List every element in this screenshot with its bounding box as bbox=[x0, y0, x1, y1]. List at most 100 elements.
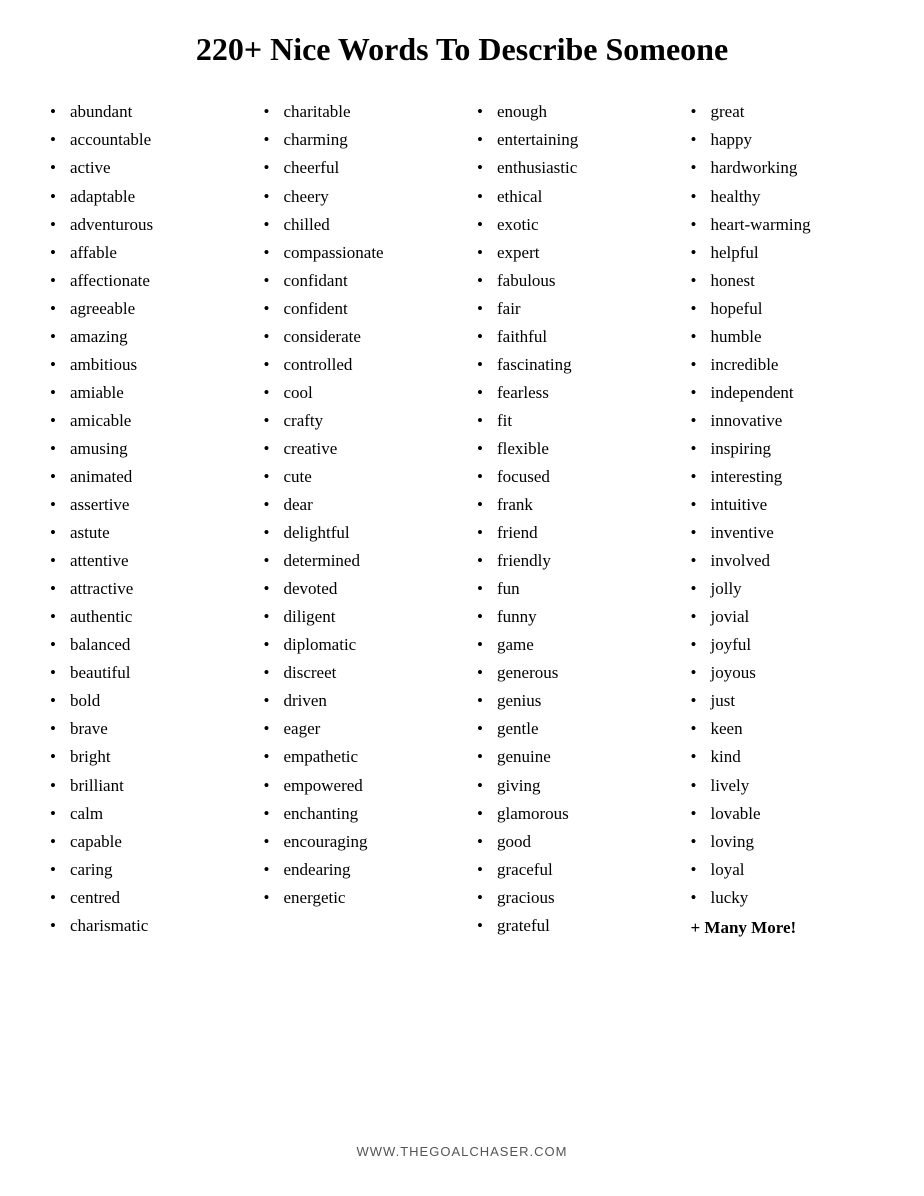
list-item: intuitive bbox=[691, 491, 875, 519]
list-item: discreet bbox=[264, 659, 448, 687]
footer: WWW.THEGOALCHASER.COM bbox=[40, 1143, 884, 1176]
list-item: authentic bbox=[50, 603, 234, 631]
list-item: dear bbox=[264, 491, 448, 519]
list-item: fabulous bbox=[477, 267, 661, 295]
list-item: flexible bbox=[477, 435, 661, 463]
list-item: confident bbox=[264, 295, 448, 323]
list-item: amusing bbox=[50, 435, 234, 463]
list-item: calm bbox=[50, 800, 234, 828]
list-item: fascinating bbox=[477, 351, 661, 379]
list-item: confidant bbox=[264, 267, 448, 295]
list-item: expert bbox=[477, 239, 661, 267]
list-item: friendly bbox=[477, 547, 661, 575]
list-item: cute bbox=[264, 463, 448, 491]
list-item: ethical bbox=[477, 183, 661, 211]
list-item: cheery bbox=[264, 183, 448, 211]
list-item: eager bbox=[264, 715, 448, 743]
list-item: joyous bbox=[691, 659, 875, 687]
list-item: grateful bbox=[477, 912, 661, 940]
list-item: empathetic bbox=[264, 743, 448, 771]
list-item: humble bbox=[691, 323, 875, 351]
list-item: agreeable bbox=[50, 295, 234, 323]
list-item: adaptable bbox=[50, 183, 234, 211]
word-list-3: enoughentertainingenthusiasticethicalexo… bbox=[477, 98, 661, 939]
more-text: + Many More! bbox=[691, 914, 875, 942]
list-item: fun bbox=[477, 575, 661, 603]
list-item: bright bbox=[50, 743, 234, 771]
list-item: frank bbox=[477, 491, 661, 519]
list-item: chilled bbox=[264, 211, 448, 239]
list-item: diligent bbox=[264, 603, 448, 631]
list-item: jolly bbox=[691, 575, 875, 603]
list-item: loving bbox=[691, 828, 875, 856]
page-title: 220+ Nice Words To Describe Someone bbox=[40, 30, 884, 68]
list-item: cheerful bbox=[264, 154, 448, 182]
list-item: empowered bbox=[264, 772, 448, 800]
list-item: generous bbox=[477, 659, 661, 687]
list-item: charitable bbox=[264, 98, 448, 126]
column-2: charitablecharmingcheerfulcheerychilledc… bbox=[254, 98, 458, 1123]
list-item: attractive bbox=[50, 575, 234, 603]
list-item: friend bbox=[477, 519, 661, 547]
list-item: game bbox=[477, 631, 661, 659]
list-item: centred bbox=[50, 884, 234, 912]
list-item: affectionate bbox=[50, 267, 234, 295]
list-item: involved bbox=[691, 547, 875, 575]
list-item: incredible bbox=[691, 351, 875, 379]
list-item: faithful bbox=[477, 323, 661, 351]
list-item: controlled bbox=[264, 351, 448, 379]
list-item: enthusiastic bbox=[477, 154, 661, 182]
list-item: creative bbox=[264, 435, 448, 463]
list-item: innovative bbox=[691, 407, 875, 435]
column-3: enoughentertainingenthusiasticethicalexo… bbox=[467, 98, 671, 1123]
list-item: lively bbox=[691, 772, 875, 800]
list-item: inventive bbox=[691, 519, 875, 547]
list-item: keen bbox=[691, 715, 875, 743]
list-item: assertive bbox=[50, 491, 234, 519]
list-item: loyal bbox=[691, 856, 875, 884]
list-item: endearing bbox=[264, 856, 448, 884]
list-item: considerate bbox=[264, 323, 448, 351]
column-4: greathappyhardworkinghealthyheart-warmin… bbox=[681, 98, 885, 1123]
list-item: joyful bbox=[691, 631, 875, 659]
list-item: amiable bbox=[50, 379, 234, 407]
list-item: adventurous bbox=[50, 211, 234, 239]
list-item: good bbox=[477, 828, 661, 856]
word-list-4: greathappyhardworkinghealthyheart-warmin… bbox=[691, 98, 875, 911]
list-item: delightful bbox=[264, 519, 448, 547]
list-item: ambitious bbox=[50, 351, 234, 379]
list-item: encouraging bbox=[264, 828, 448, 856]
word-list-2: charitablecharmingcheerfulcheerychilledc… bbox=[264, 98, 448, 911]
list-item: affable bbox=[50, 239, 234, 267]
list-item: healthy bbox=[691, 183, 875, 211]
list-item: enough bbox=[477, 98, 661, 126]
list-item: interesting bbox=[691, 463, 875, 491]
list-item: helpful bbox=[691, 239, 875, 267]
page-wrapper: 220+ Nice Words To Describe Someone abun… bbox=[0, 0, 924, 1196]
list-item: heart-warming bbox=[691, 211, 875, 239]
list-item: lucky bbox=[691, 884, 875, 912]
list-item: amazing bbox=[50, 323, 234, 351]
word-list-1: abundantaccountableactiveadaptableadvent… bbox=[50, 98, 234, 939]
list-item: funny bbox=[477, 603, 661, 631]
list-item: amicable bbox=[50, 407, 234, 435]
list-item: fair bbox=[477, 295, 661, 323]
list-item: graceful bbox=[477, 856, 661, 884]
list-item: crafty bbox=[264, 407, 448, 435]
list-item: jovial bbox=[691, 603, 875, 631]
list-item: cool bbox=[264, 379, 448, 407]
list-item: brave bbox=[50, 715, 234, 743]
list-item: fearless bbox=[477, 379, 661, 407]
list-item: abundant bbox=[50, 98, 234, 126]
list-item: honest bbox=[691, 267, 875, 295]
list-item: just bbox=[691, 687, 875, 715]
list-item: happy bbox=[691, 126, 875, 154]
list-item: beautiful bbox=[50, 659, 234, 687]
list-item: animated bbox=[50, 463, 234, 491]
list-item: devoted bbox=[264, 575, 448, 603]
columns-container: abundantaccountableactiveadaptableadvent… bbox=[40, 98, 884, 1123]
list-item: fit bbox=[477, 407, 661, 435]
list-item: attentive bbox=[50, 547, 234, 575]
list-item: caring bbox=[50, 856, 234, 884]
list-item: hardworking bbox=[691, 154, 875, 182]
